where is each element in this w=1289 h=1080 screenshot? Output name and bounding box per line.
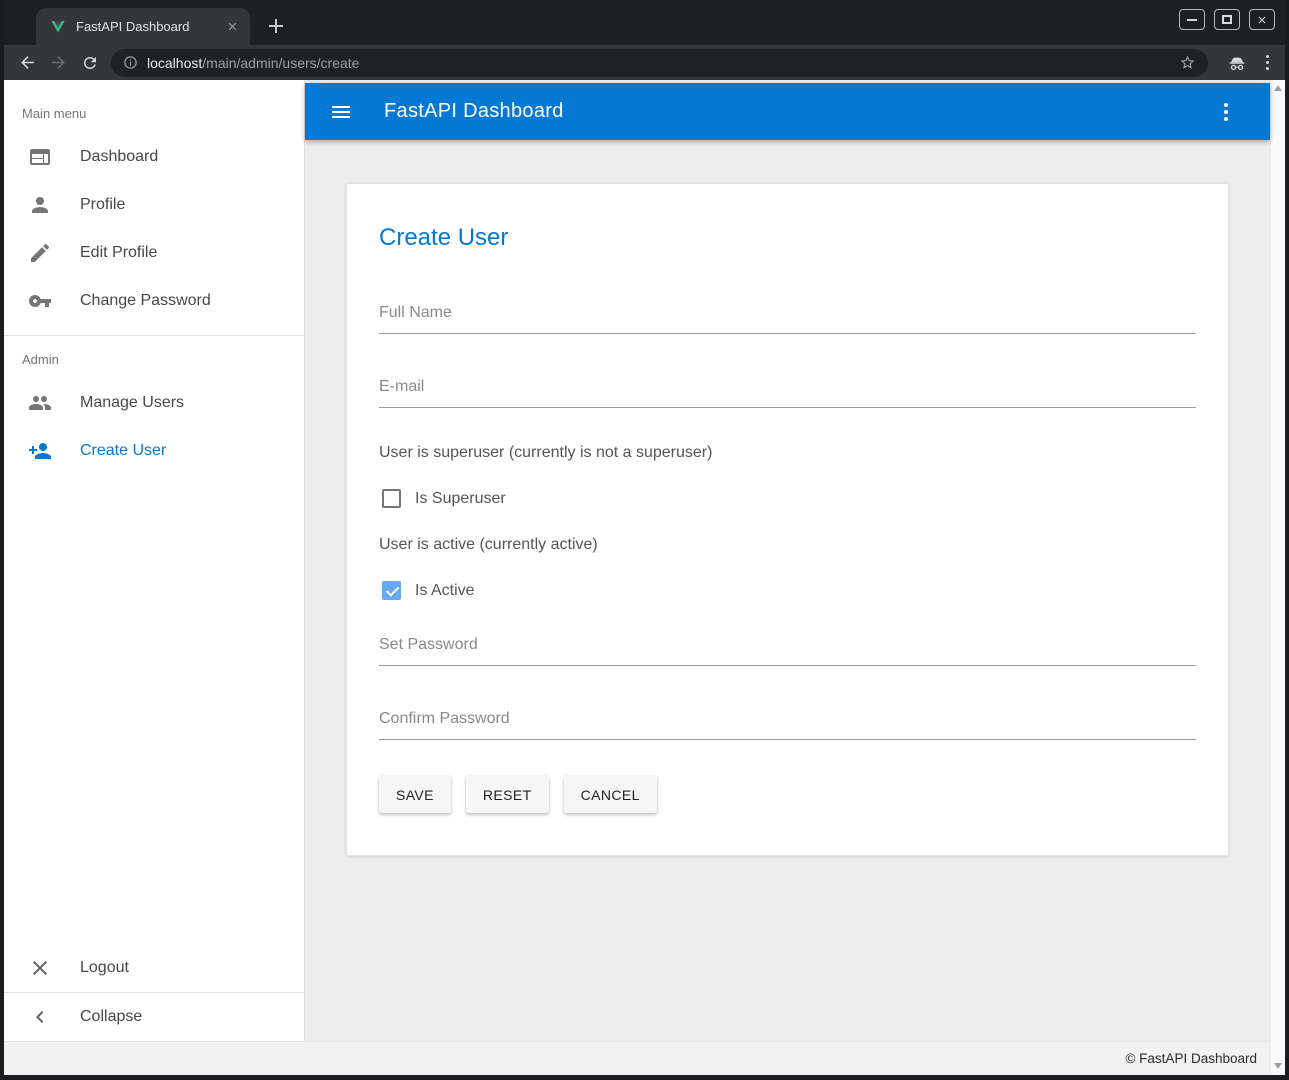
confirm-password-input[interactable] (379, 702, 1196, 740)
page-title: Create User (379, 224, 1196, 252)
sidebar-item-label: Manage Users (80, 394, 184, 412)
close-icon (28, 956, 52, 980)
is-active-checkbox-row[interactable]: Is Active (379, 581, 1196, 600)
page-body: Main menu Dashboard Profile (4, 80, 1270, 1041)
is-active-label: Is Active (415, 582, 475, 600)
sidebar-item-label: Change Password (80, 292, 211, 310)
page-footer: © FastAPI Dashboard (4, 1041, 1270, 1075)
create-user-card: Create User User is superuser (currently… (346, 183, 1229, 856)
app-bar: FastAPI Dashboard (305, 83, 1270, 140)
full-name-input[interactable] (379, 296, 1196, 334)
page-content: Create User User is superuser (currently… (305, 140, 1270, 1041)
save-button[interactable]: SAVE (379, 776, 451, 813)
maximize-icon (1222, 15, 1232, 24)
sidebar-item-collapse[interactable]: Collapse (4, 993, 304, 1041)
dashboard-icon (28, 145, 52, 169)
url-path: /main/admin/users/create (202, 55, 359, 71)
window-controls (1179, 9, 1275, 30)
sidebar-item-dashboard[interactable]: Dashboard (4, 133, 304, 181)
form-actions: SAVE RESET CANCEL (379, 776, 1196, 813)
full-name-field (379, 296, 1196, 334)
main-area: FastAPI Dashboard Create User (305, 80, 1270, 1041)
url-text: localhost/main/admin/users/create (147, 55, 359, 71)
browser-menu-button[interactable] (1258, 49, 1277, 76)
sidebar-item-change-password[interactable]: Change Password (4, 277, 304, 325)
sidebar-caption-main-menu: Main menu (4, 90, 304, 133)
sidebar-item-logout[interactable]: Logout (4, 944, 304, 992)
browser-toolbar: localhost/main/admin/users/create (4, 45, 1285, 80)
forward-arrow-icon (49, 53, 68, 72)
sidebar-item-label: Profile (80, 196, 125, 214)
sidebar-spacer (4, 475, 304, 944)
window-close-icon (1256, 14, 1268, 26)
pencil-icon (28, 241, 52, 265)
email-input[interactable] (379, 370, 1196, 408)
people-icon (28, 391, 52, 415)
address-bar[interactable]: localhost/main/admin/users/create (111, 49, 1208, 77)
sidebar-item-create-user[interactable]: Create User (4, 427, 304, 475)
copyright-text: © FastAPI Dashboard (1125, 1051, 1257, 1066)
sidebar-item-label: Dashboard (80, 148, 158, 166)
window-close-button[interactable] (1249, 9, 1275, 30)
bookmark-star-icon[interactable] (1179, 54, 1196, 71)
scrollbar-up-arrow[interactable] (1274, 85, 1282, 91)
page-scrollbar[interactable] (1270, 80, 1285, 1075)
browser-window: FastAPI Dashboard localho (0, 0, 1289, 1080)
new-tab-button[interactable] (262, 12, 290, 40)
minimize-icon (1187, 19, 1197, 21)
reload-button[interactable] (74, 48, 105, 78)
sidebar-item-edit-profile[interactable]: Edit Profile (4, 229, 304, 277)
key-icon (28, 289, 52, 313)
incognito-icon (1226, 52, 1248, 74)
url-host: localhost (147, 55, 202, 71)
back-button[interactable] (12, 48, 43, 78)
superuser-hint: User is superuser (currently is not a su… (379, 444, 1196, 462)
app-page: Main menu Dashboard Profile (4, 80, 1270, 1075)
sidebar-caption-admin: Admin (4, 336, 304, 379)
sidebar-item-profile[interactable]: Profile (4, 181, 304, 229)
hamburger-menu-icon[interactable] (329, 100, 353, 124)
reset-button[interactable]: RESET (466, 776, 549, 813)
sidebar-item-manage-users[interactable]: Manage Users (4, 379, 304, 427)
sidebar-item-label: Edit Profile (80, 244, 157, 262)
is-superuser-label: Is Superuser (415, 490, 506, 508)
back-arrow-icon (18, 53, 37, 72)
set-password-field (379, 628, 1196, 666)
app-menu-button[interactable] (1216, 97, 1236, 127)
is-superuser-checkbox[interactable] (382, 489, 401, 508)
is-active-checkbox[interactable] (382, 581, 401, 600)
is-superuser-checkbox-row[interactable]: Is Superuser (379, 489, 1196, 508)
email-field (379, 370, 1196, 408)
sidebar-item-label: Logout (80, 959, 129, 977)
active-hint: User is active (currently active) (379, 536, 1196, 554)
sidebar-item-label: Collapse (80, 1008, 142, 1026)
plus-icon (269, 19, 283, 33)
minimize-button[interactable] (1179, 9, 1205, 30)
forward-button[interactable] (43, 48, 74, 78)
browser-tab-strip: FastAPI Dashboard (4, 0, 1285, 45)
app-title: FastAPI Dashboard (384, 100, 564, 123)
sidebar: Main menu Dashboard Profile (4, 80, 305, 1041)
tab-title: FastAPI Dashboard (76, 19, 224, 34)
maximize-button[interactable] (1214, 9, 1240, 30)
confirm-password-field (379, 702, 1196, 740)
browser-tab[interactable]: FastAPI Dashboard (36, 8, 250, 45)
sidebar-item-label: Create User (80, 442, 166, 460)
reload-icon (81, 54, 99, 72)
vue-favicon-icon (50, 19, 66, 35)
chevron-left-icon (28, 1005, 52, 1029)
scrollbar-down-arrow[interactable] (1274, 1063, 1282, 1069)
set-password-input[interactable] (379, 628, 1196, 666)
person-add-icon (28, 439, 52, 463)
tab-close-icon[interactable] (224, 19, 240, 35)
cancel-button[interactable]: CANCEL (564, 776, 657, 813)
site-info-icon[interactable] (123, 55, 138, 70)
person-icon (28, 193, 52, 217)
web-content: Main menu Dashboard Profile (4, 80, 1285, 1075)
